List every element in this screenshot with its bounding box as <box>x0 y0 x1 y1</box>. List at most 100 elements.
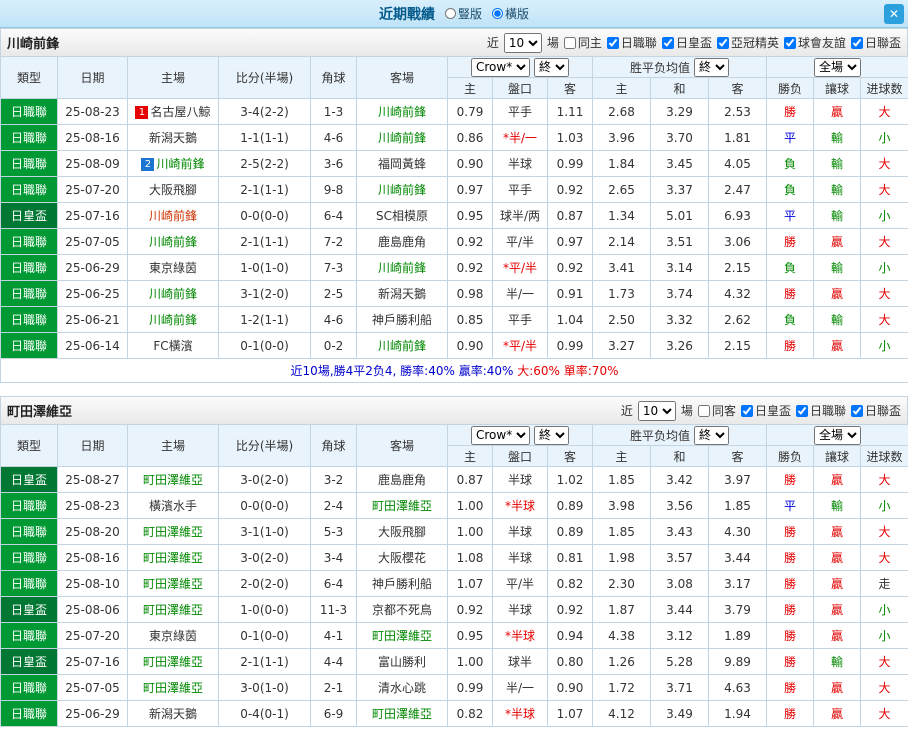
away-team[interactable]: 川崎前鋒 <box>356 124 448 151</box>
home-team[interactable]: FC橫濱 <box>127 332 219 359</box>
final-odds-select[interactable]: 終 <box>534 57 569 77</box>
bookmaker-select[interactable]: Crow* <box>471 425 530 445</box>
layout-radio[interactable] <box>444 8 456 19</box>
filter-checkbox[interactable] <box>850 404 863 417</box>
home-team[interactable]: 川崎前鋒 <box>127 280 219 307</box>
away-team[interactable]: 神戶勝利船 <box>356 306 448 333</box>
odds-away: 0.90 <box>547 674 593 701</box>
avg-away-odds: 2.15 <box>707 254 768 281</box>
filter-checkbox[interactable] <box>716 36 729 49</box>
filter-checkbox[interactable] <box>661 36 674 49</box>
filter-checkbox[interactable] <box>606 36 619 49</box>
away-team[interactable]: 大阪櫻花 <box>356 544 448 571</box>
filter-checkbox[interactable] <box>850 36 863 49</box>
filter-option[interactable]: 日聯盃 <box>850 34 901 51</box>
fullmatch-select[interactable]: 全場 <box>814 425 862 445</box>
odds-home: 0.92 <box>447 596 493 623</box>
layout-option[interactable]: 豎版 <box>444 5 482 22</box>
home-team[interactable]: 町田澤維亞 <box>127 466 219 493</box>
filter-option[interactable]: 日皇盃 <box>740 402 791 419</box>
filter-option[interactable]: 日職聯 <box>606 34 657 51</box>
filter-option[interactable]: 日職聯 <box>795 402 846 419</box>
away-team[interactable]: 川崎前鋒 <box>356 176 448 203</box>
away-team[interactable]: 川崎前鋒 <box>356 254 448 281</box>
home-team[interactable]: 川崎前鋒 <box>127 306 219 333</box>
home-team[interactable]: 町田澤維亞 <box>127 596 219 623</box>
away-team[interactable]: 神戶勝利船 <box>356 570 448 597</box>
away-team[interactable]: 川崎前鋒 <box>356 98 448 125</box>
corners: 5-3 <box>310 518 357 545</box>
result-handicap: 輸 <box>813 150 862 177</box>
layout-option[interactable]: 橫版 <box>492 5 529 22</box>
score: 0-4(0-1) <box>218 700 311 727</box>
score: 3-0(1-0) <box>218 674 311 701</box>
home-team[interactable]: 東京綠茵 <box>127 622 219 649</box>
fullmatch-select[interactable]: 全場 <box>814 57 862 77</box>
home-team[interactable]: 新潟天鵝 <box>127 124 219 151</box>
games-count-select[interactable]: 10 <box>503 32 542 53</box>
filter-checkbox[interactable] <box>697 404 710 417</box>
home-team[interactable]: 大阪飛腳 <box>127 176 219 203</box>
home-team[interactable]: 町田澤維亞 <box>127 570 219 597</box>
home-team[interactable]: 東京綠茵 <box>127 254 219 281</box>
away-team[interactable]: 鹿島鹿角 <box>356 466 448 493</box>
close-button[interactable]: ✕ <box>884 4 904 24</box>
layout-radio[interactable] <box>492 8 503 19</box>
home-team[interactable]: 1 名古屋八鯨 <box>127 98 219 125</box>
match-row: 日職聯 25-06-29 東京綠茵 1-0(1-0) 7-3 川崎前鋒 0.92 *平/半 0.… <box>0 254 908 281</box>
home-team[interactable]: 町田澤維亞 <box>127 518 219 545</box>
col-header: 客場 <box>356 56 448 99</box>
filter-option[interactable]: 同主 <box>563 34 602 51</box>
home-team[interactable]: 町田澤維亞 <box>127 648 219 675</box>
filter-option[interactable]: 日皇盃 <box>661 34 712 51</box>
bookmaker-select[interactable]: Crow* <box>471 57 530 77</box>
away-team[interactable]: 福岡黃蜂 <box>356 150 448 177</box>
games-count-select[interactable]: 10 <box>637 400 676 421</box>
home-team[interactable]: 川崎前鋒 <box>127 202 219 229</box>
score: 0-1(0-0) <box>218 622 311 649</box>
away-team[interactable]: 富山勝利 <box>356 648 448 675</box>
avg-final-select[interactable]: 終 <box>694 425 730 445</box>
result-wdl: 勝 <box>766 280 815 307</box>
avg-final-select[interactable]: 終 <box>694 57 730 77</box>
corners: 2-5 <box>310 280 357 307</box>
result-handicap: 贏 <box>813 518 862 545</box>
filter-option[interactable]: 同客 <box>697 402 736 419</box>
odds-away: 0.80 <box>547 648 593 675</box>
away-team[interactable]: 川崎前鋒 <box>356 332 448 359</box>
away-team[interactable]: 京都不死鳥 <box>356 596 448 623</box>
avg-draw-odds: 5.28 <box>650 648 709 675</box>
away-team[interactable]: 清水心跳 <box>356 674 448 701</box>
results-table: 類型 日期 主場 比分(半場) 角球 客場 Crow* 終胜平负均值終全場主盤口客主和客勝负讓… <box>0 424 908 727</box>
filter-checkbox[interactable] <box>795 404 808 417</box>
final-odds-select[interactable]: 終 <box>534 425 569 445</box>
home-team[interactable]: 町田澤維亞 <box>127 674 219 701</box>
filter-checkbox[interactable] <box>740 404 753 417</box>
col-header: 類型 <box>0 424 58 467</box>
avg-away-odds: 4.32 <box>707 280 768 307</box>
filter-checkbox[interactable] <box>783 36 796 49</box>
home-team[interactable]: 町田澤維亞 <box>127 544 219 571</box>
odds-home: 0.79 <box>447 98 493 125</box>
home-team[interactable]: 橫濱水手 <box>127 492 219 519</box>
filter-option[interactable]: 日聯盃 <box>850 402 901 419</box>
home-team-name: 町田澤維亞 <box>142 655 203 669</box>
filter-checkbox[interactable] <box>563 36 576 49</box>
away-team[interactable]: 新潟天鵝 <box>356 280 448 307</box>
away-team[interactable]: 町田澤維亞 <box>356 622 448 649</box>
match-row: 日職聯 25-08-23 1 名古屋八鯨 3-4(2-2) 1-3 川崎前鋒 0.79 平手 1.… <box>0 98 908 125</box>
odds-home: 0.82 <box>447 700 493 727</box>
odds-home: 1.00 <box>447 492 493 519</box>
away-team[interactable]: 町田澤維亞 <box>356 700 448 727</box>
score: 3-0(2-0) <box>218 544 311 571</box>
home-team[interactable]: 新潟天鵝 <box>127 700 219 727</box>
away-team[interactable]: 大阪飛腳 <box>356 518 448 545</box>
filter-option[interactable]: 球會友誼 <box>783 34 846 51</box>
result-goals: 走 <box>860 570 908 597</box>
away-team[interactable]: 町田澤維亞 <box>356 492 448 519</box>
filter-option[interactable]: 亞冠精英 <box>716 34 779 51</box>
home-team[interactable]: 2 川崎前鋒 <box>127 150 219 177</box>
away-team[interactable]: 鹿島鹿角 <box>356 228 448 255</box>
away-team[interactable]: SC相模原 <box>356 202 448 229</box>
home-team[interactable]: 川崎前鋒 <box>127 228 219 255</box>
